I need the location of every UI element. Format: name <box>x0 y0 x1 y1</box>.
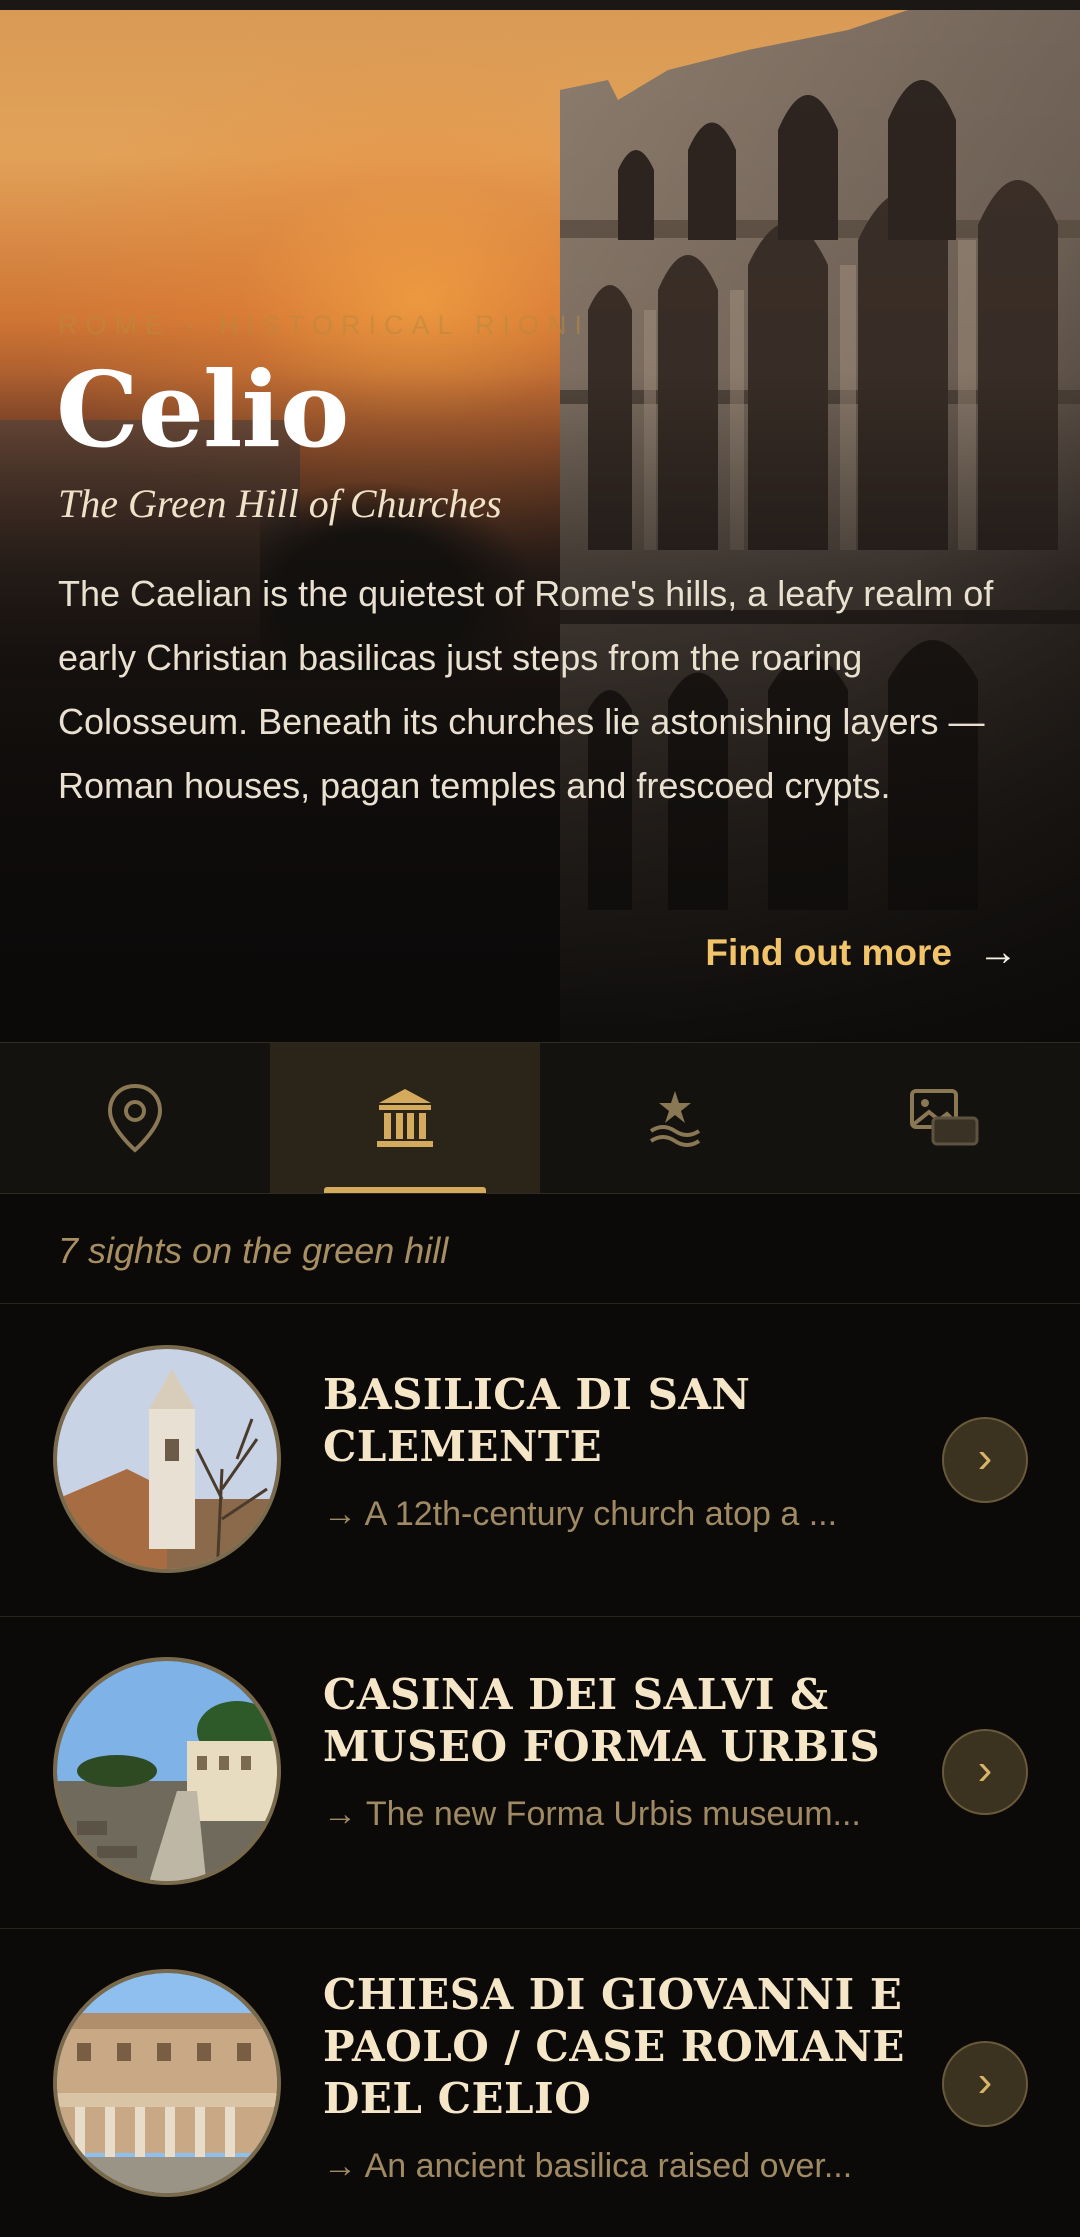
gallery-icon <box>910 1089 979 1146</box>
page-subtitle: The Green Hill of Churches <box>58 481 502 526</box>
find-out-more-label: Find out more <box>705 931 952 973</box>
page-title: Celio <box>56 348 349 471</box>
open-item-button[interactable]: › <box>942 1417 1028 1503</box>
hero-description: The Caelian is the quietest of Rome's hi… <box>58 573 994 806</box>
casina-dei-salvi-thumbnail <box>53 1657 281 1885</box>
open-item-button[interactable]: › <box>942 1729 1028 1815</box>
chevron-right-icon: › <box>977 1745 993 1794</box>
list-item-casina-dei-salvi[interactable]: Casina dei Salvi & Museo Forma Urbis → T… <box>0 1617 1080 1929</box>
item-title: Casina dei Salvi & Museo Forma Urbis <box>323 1670 881 1771</box>
chevron-right-icon: › <box>977 2057 993 2106</box>
item-title: Chiesa di Giovanni e Paolo / Case Romane… <box>323 1970 905 2123</box>
item-title: Basilica di San Clemente <box>323 1370 751 1471</box>
status-bar <box>0 0 1080 10</box>
find-out-more-button[interactable]: Find out more → <box>705 930 1018 975</box>
item-description: → An ancient basilica raised over... <box>323 2147 853 2185</box>
list-item-san-clemente[interactable]: Basilica di San Clemente → A 12th-centur… <box>0 1305 1080 1617</box>
sights-count: 7 sights on the green hill <box>58 1230 449 1271</box>
tab-experiences[interactable] <box>540 1043 810 1193</box>
monument-icon <box>377 1089 433 1147</box>
tab-sights[interactable] <box>270 1043 540 1193</box>
tab-map[interactable] <box>0 1043 270 1193</box>
item-description: → A 12th-century church atop a ... <box>323 1495 838 1533</box>
tab-gallery[interactable] <box>810 1043 1080 1193</box>
section-tab-bar <box>0 1042 1080 1194</box>
open-item-button[interactable]: › <box>942 2041 1028 2127</box>
list-item-giovanni-e-paolo[interactable]: Chiesa di Giovanni e Paolo / Case Romane… <box>0 1929 1080 2237</box>
map-pin-icon <box>107 1083 163 1153</box>
sights-count-header: 7 sights on the green hill <box>0 1194 1080 1304</box>
hero-kicker: Rome · Historical Rioni <box>58 310 591 340</box>
item-description: → The new Forma Urbis museum... <box>323 1795 861 1833</box>
hero-section: Rome · Historical Rioni Celio The Green … <box>0 10 1080 1042</box>
star-waves-icon <box>649 1091 701 1147</box>
arrow-right-icon: → <box>978 930 1018 974</box>
giovanni-e-paolo-thumbnail <box>53 1969 281 2197</box>
san-clemente-thumbnail <box>53 1345 281 1573</box>
sights-list: Basilica di San Clemente → A 12th-centur… <box>0 1305 1080 2237</box>
chevron-right-icon: › <box>977 1433 993 1482</box>
